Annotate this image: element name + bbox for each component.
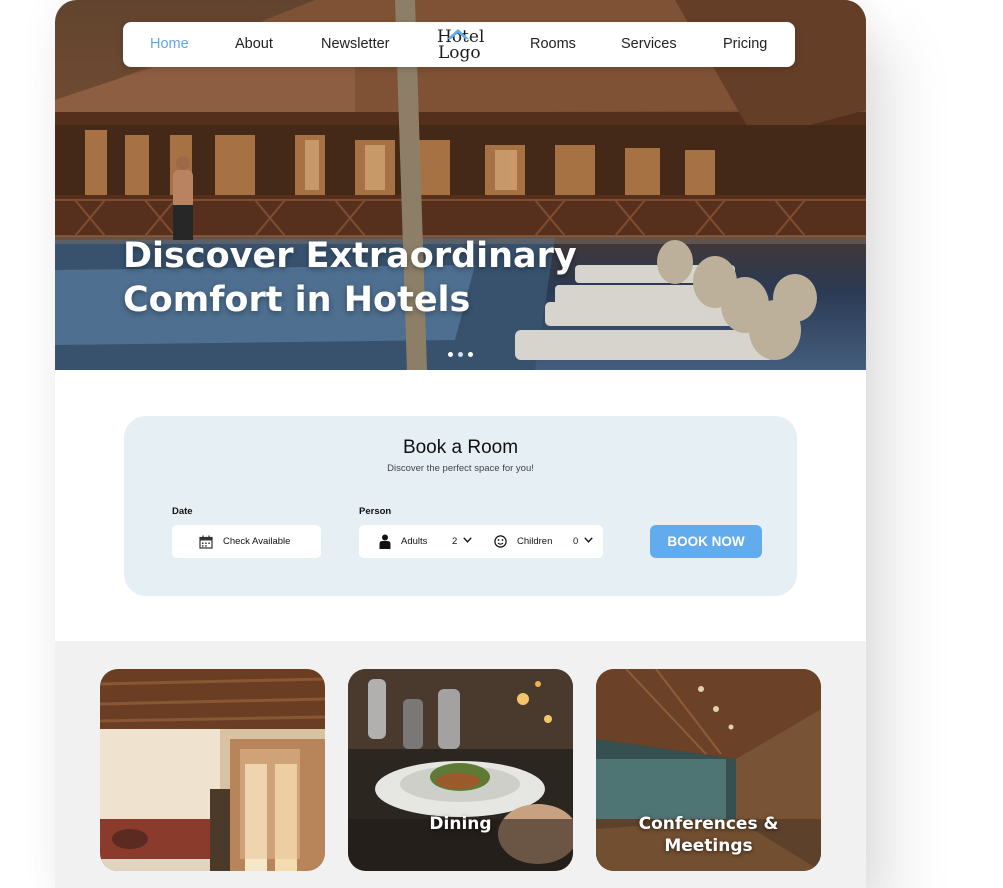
chevron-down-icon <box>463 537 472 543</box>
smiley-icon <box>494 535 507 548</box>
hero-title-line1: Discover Extraordinary <box>123 236 577 276</box>
hero-title: Discover Extraordinary Comfort in Hotels <box>123 234 643 322</box>
person-field: Adults 2 Children 0 <box>359 525 603 558</box>
nav-about[interactable]: About <box>235 22 273 67</box>
hotel-logo[interactable]: Hotel Logo <box>435 28 487 64</box>
date-label: Date <box>172 506 193 517</box>
person-icon <box>379 534 391 549</box>
calendar-icon <box>199 535 213 549</box>
chevron-down-icon <box>584 537 593 543</box>
booking-title: Book a Room <box>402 437 519 458</box>
carousel-dot[interactable] <box>468 352 473 357</box>
nav-rooms[interactable]: Rooms <box>530 22 576 67</box>
children-select[interactable]: 0 <box>570 525 600 558</box>
carousel-dots <box>445 352 485 360</box>
house-roof-icon <box>447 29 469 39</box>
dining-tile[interactable]: Dining <box>348 669 573 871</box>
book-now-button[interactable]: BOOK NOW <box>650 525 762 558</box>
date-field[interactable]: Check Available <box>172 525 321 558</box>
adults-label: Adults <box>401 536 428 547</box>
booking-subtitle: Discover the perfect space for you! <box>387 463 534 474</box>
children-value: 0 <box>573 536 579 547</box>
adults-select[interactable]: 2 <box>449 525 479 558</box>
carousel-dot[interactable] <box>448 352 453 357</box>
hero-title-line2: Comfort in Hotels <box>123 280 471 320</box>
top-navigation: Home About Newsletter Hotel Logo Rooms S… <box>123 22 795 67</box>
adults-value: 2 <box>452 536 458 547</box>
nav-newsletter[interactable]: Newsletter <box>321 22 390 67</box>
person-label: Person <box>359 506 392 517</box>
booking-panel: Book a Room Discover the perfect space f… <box>124 416 797 596</box>
nav-home[interactable]: Home <box>150 22 189 67</box>
dining-image <box>348 669 573 871</box>
tile-label: Dining <box>429 814 492 834</box>
children-label: Children <box>517 536 553 547</box>
page-card: Home About Newsletter Hotel Logo Rooms S… <box>55 0 866 888</box>
nav-services[interactable]: Services <box>621 22 677 67</box>
room-interior-image <box>100 669 325 871</box>
nav-pricing[interactable]: Pricing <box>723 22 767 67</box>
carousel-dot[interactable] <box>458 352 463 357</box>
rooms-tile[interactable] <box>100 669 325 871</box>
date-value: Check Available <box>223 536 291 547</box>
hero-banner: Home About Newsletter Hotel Logo Rooms S… <box>55 0 866 370</box>
logo-line2: Logo <box>438 43 481 63</box>
conferences-tile[interactable]: Conferences & Meetings <box>596 669 821 871</box>
tile-label: Conferences & Meetings <box>638 814 779 856</box>
services-gallery: Dining Conferences & Meetings <box>55 641 866 888</box>
